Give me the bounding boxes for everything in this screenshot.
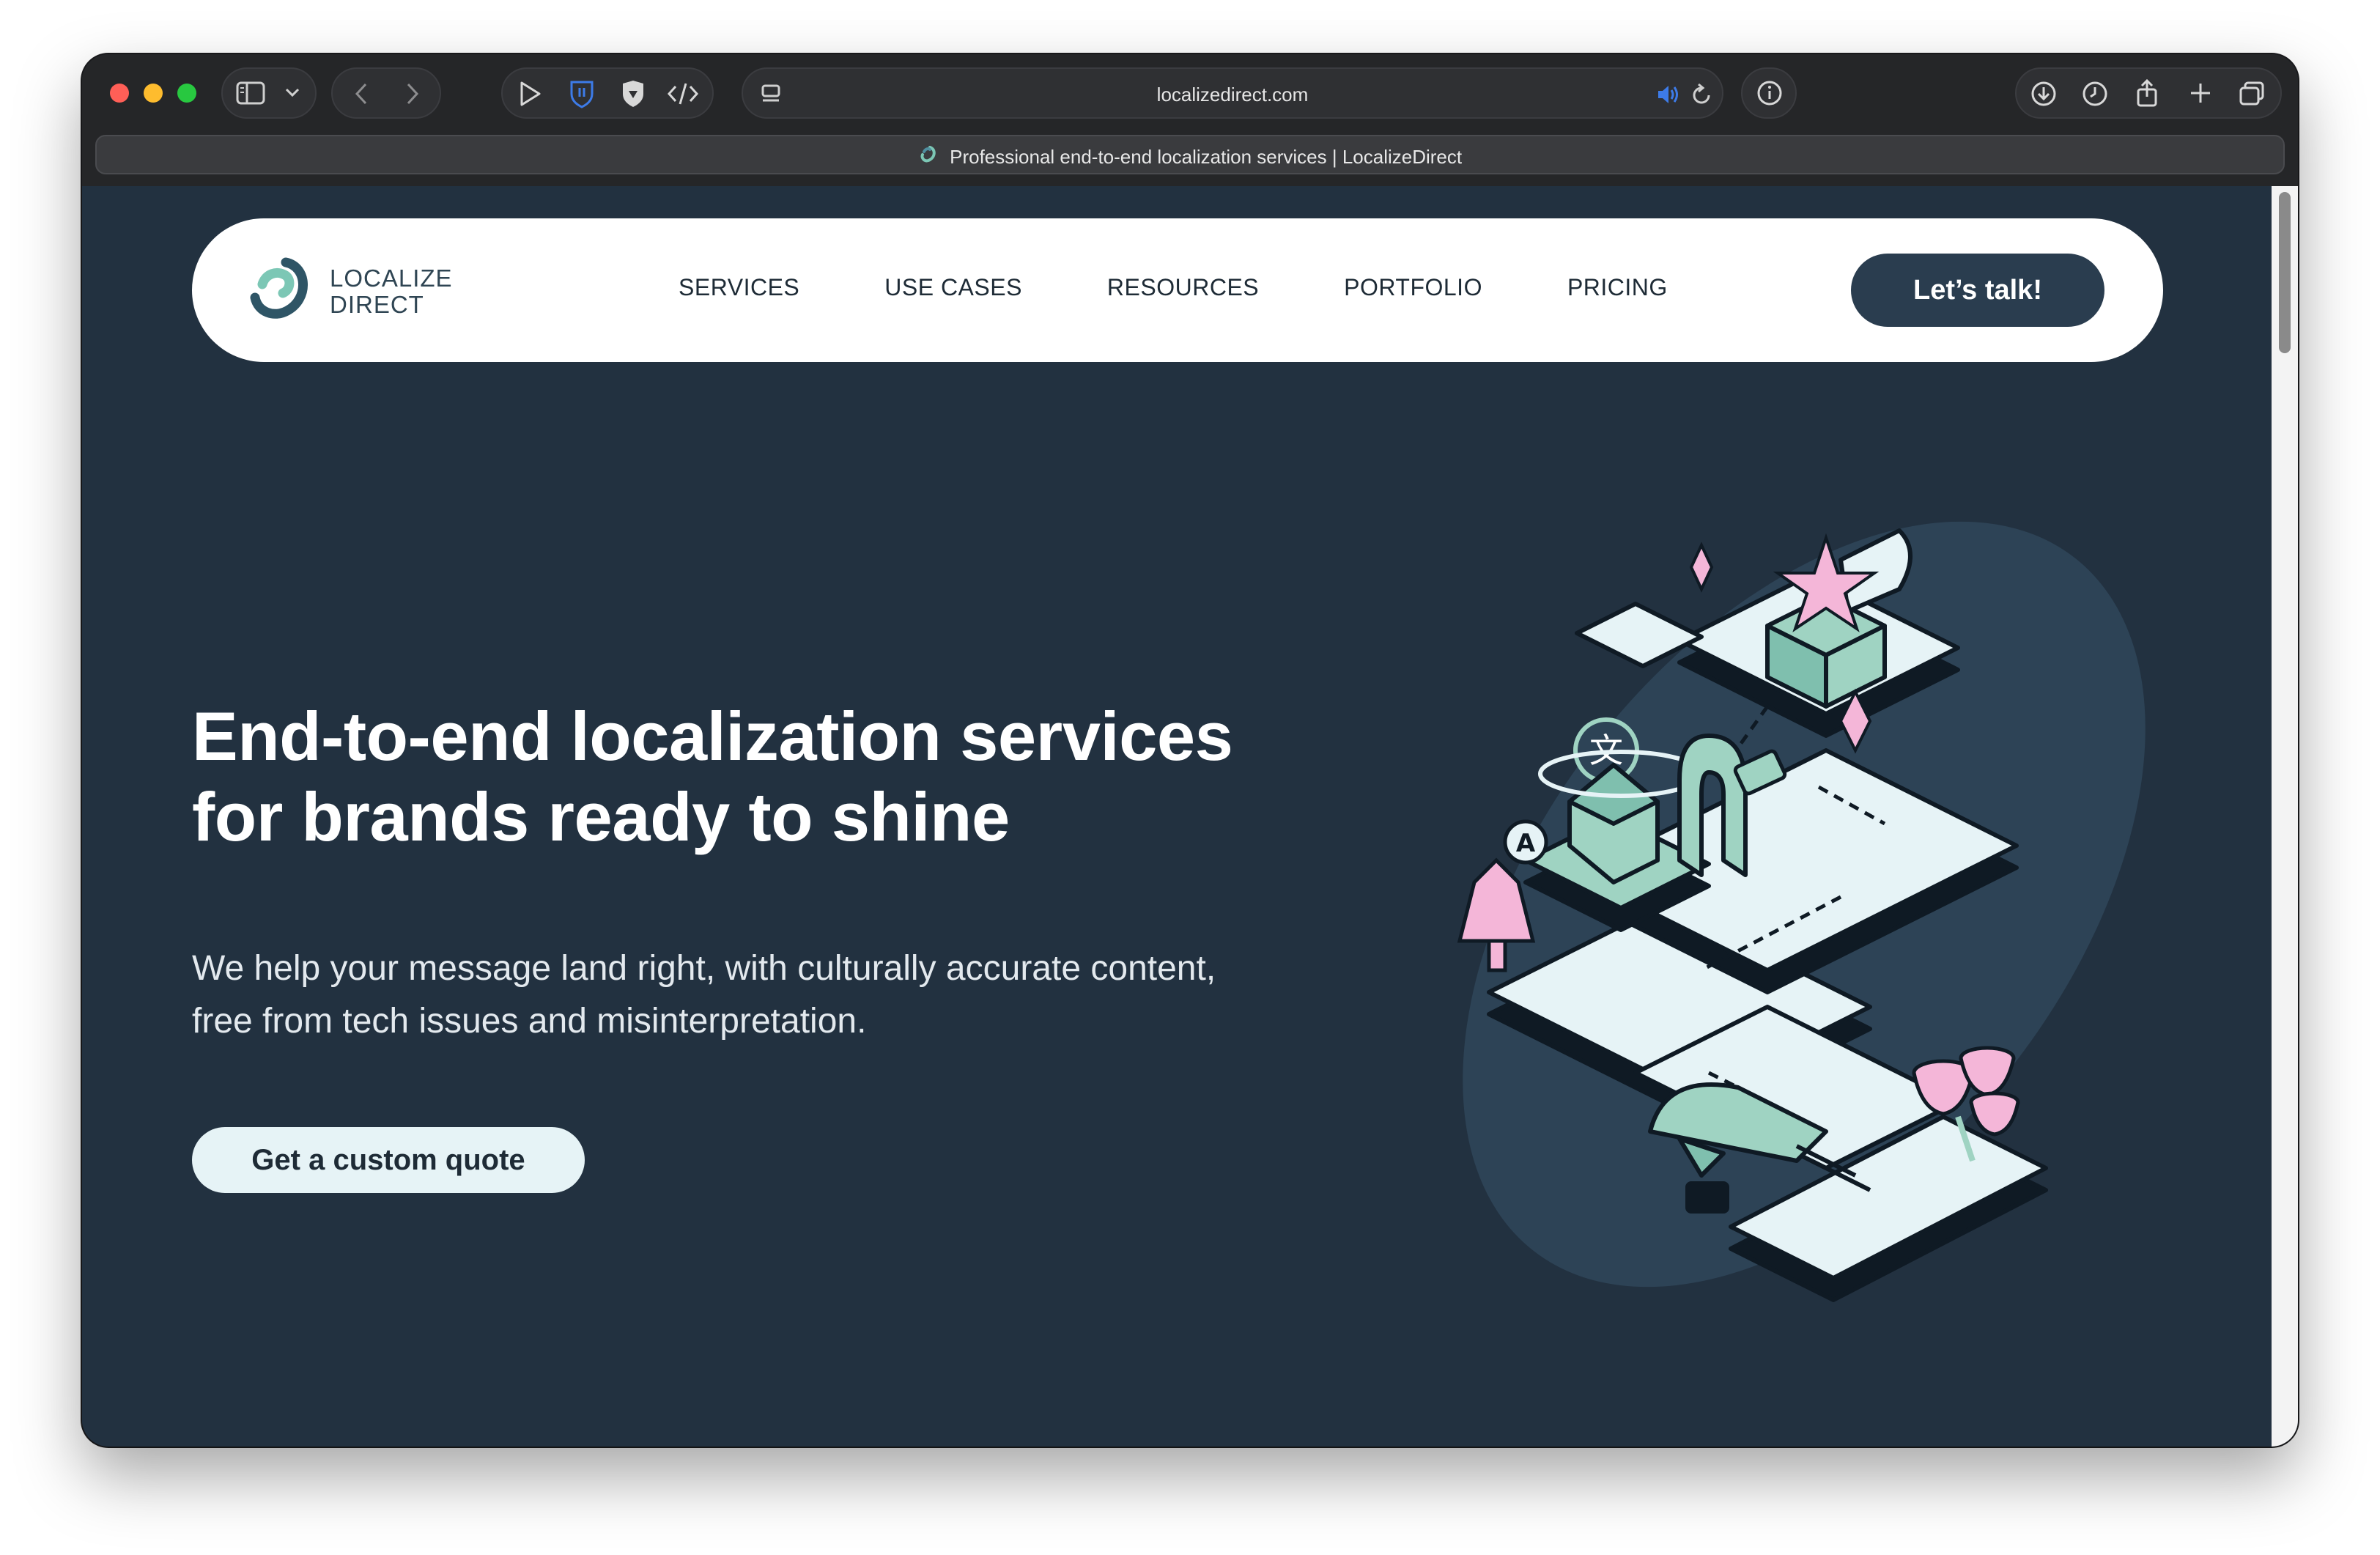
pink-gem-icon bbox=[1689, 542, 1714, 593]
navigation-group bbox=[331, 67, 441, 119]
page-scrollbar[interactable] bbox=[2272, 186, 2298, 1447]
hero-subtitle-line-2: free from tech issues and misinterpretat… bbox=[192, 1002, 867, 1041]
active-tab[interactable]: Professional end-to-end localization ser… bbox=[95, 135, 2285, 174]
hero-title: End-to-end localization services for bra… bbox=[192, 696, 1438, 857]
logo-wordmark[interactable]: LOCALIZE DIRECT bbox=[330, 265, 453, 318]
logo-line-2: DIRECT bbox=[330, 291, 424, 318]
close-window-button[interactable] bbox=[110, 84, 129, 103]
info-icon[interactable] bbox=[1756, 79, 1784, 107]
browser-toolbar: localizedirect.com Professional end-to-e… bbox=[82, 54, 2298, 186]
get-custom-quote-button[interactable]: Get a custom quote bbox=[192, 1127, 585, 1193]
browser-window: localizedirect.com Professional end-to-e… bbox=[82, 54, 2298, 1447]
svg-text:A: A bbox=[1516, 829, 1536, 858]
folder-icon bbox=[1685, 1181, 1729, 1214]
minimize-window-button[interactable] bbox=[144, 84, 163, 103]
url-text: localizedirect.com bbox=[1156, 84, 1309, 106]
page-info-group bbox=[1741, 67, 1797, 119]
tab-overview-icon[interactable] bbox=[2238, 81, 2266, 107]
share-icon[interactable] bbox=[2134, 78, 2160, 108]
sidebar-toggle-group bbox=[221, 67, 317, 119]
privacy-shield-icon[interactable] bbox=[620, 79, 646, 108]
lets-talk-button[interactable]: Let’s talk! bbox=[1851, 254, 2104, 327]
letter-badge-icon: A bbox=[1503, 819, 1548, 865]
hero-illustration: 文 A bbox=[1357, 516, 2222, 1337]
address-bar[interactable]: localizedirect.com bbox=[742, 67, 1723, 119]
bitwarden-shield-icon[interactable] bbox=[569, 79, 595, 108]
speaker-icon[interactable] bbox=[1656, 84, 1681, 106]
history-clock-icon[interactable] bbox=[2081, 80, 2109, 108]
nav-portfolio[interactable]: PORTFOLIO bbox=[1344, 274, 1482, 301]
sidebar-icon[interactable] bbox=[236, 81, 265, 106]
nav-services[interactable]: SERVICES bbox=[679, 274, 799, 301]
main-nav: SERVICES USE CASES RESOURCES PORTFOLIO P… bbox=[679, 274, 1753, 301]
hero-subtitle-line-1: We help your message land right, with cu… bbox=[192, 949, 1216, 988]
code-icon[interactable] bbox=[667, 81, 699, 107]
localizedirect-logo-icon[interactable] bbox=[248, 255, 314, 325]
back-arrow-icon[interactable] bbox=[353, 81, 369, 106]
site-header: LOCALIZE DIRECT SERVICES USE CASES RESOU… bbox=[192, 218, 2163, 362]
tab-title: Professional end-to-end localization ser… bbox=[950, 146, 1463, 168]
hero-title-line-1: End-to-end localization services bbox=[192, 698, 1233, 775]
play-icon[interactable] bbox=[517, 81, 542, 107]
nav-pricing[interactable]: PRICING bbox=[1567, 274, 1668, 301]
page-viewport: LOCALIZE DIRECT SERVICES USE CASES RESOU… bbox=[82, 186, 2298, 1447]
forward-arrow-icon[interactable] bbox=[404, 81, 421, 106]
logo-line-1: LOCALIZE bbox=[330, 265, 453, 292]
new-tab-plus-icon[interactable] bbox=[2188, 81, 2213, 106]
scrollbar-thumb[interactable] bbox=[2279, 192, 2291, 353]
hero-title-line-2: for brands ready to shine bbox=[192, 778, 1010, 855]
extensions-group bbox=[501, 67, 714, 119]
nav-resources[interactable]: RESOURCES bbox=[1107, 274, 1259, 301]
download-icon[interactable] bbox=[2030, 80, 2058, 108]
favicon-icon bbox=[918, 144, 939, 170]
reload-icon[interactable] bbox=[1690, 82, 1713, 107]
chevron-down-icon[interactable] bbox=[284, 86, 300, 98]
nav-use-cases[interactable]: USE CASES bbox=[884, 274, 1022, 301]
zoom-window-button[interactable] bbox=[177, 84, 196, 103]
hero-subtitle: We help your message land right, with cu… bbox=[192, 942, 1438, 1048]
actions-group bbox=[2015, 67, 2282, 119]
